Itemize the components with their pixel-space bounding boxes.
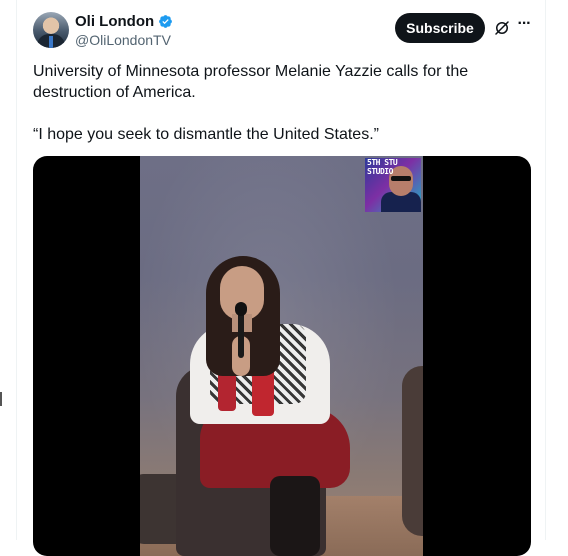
author-handle[interactable]: @OliLondonTV (75, 32, 171, 48)
author-name-row: Oli London (75, 13, 173, 30)
tweet-card: Oli London @OliLondonTV Subscribe ··· Un… (16, 0, 546, 556)
verified-badge-icon (159, 15, 173, 28)
subscribe-button[interactable]: Subscribe (395, 13, 485, 43)
author-avatar[interactable] (33, 12, 69, 48)
page-edge-marker (0, 392, 5, 406)
video-overlay-text: 5TH STU STUDIO (367, 158, 398, 176)
tweet-text-line2: “I hope you seek to dismantle the United… (33, 126, 379, 143)
microphone-head (235, 302, 247, 316)
video-chair-right (402, 366, 423, 536)
more-icon[interactable]: ··· (515, 16, 533, 36)
author-display-name[interactable]: Oli London (75, 13, 154, 30)
video-overlay-thumbnail: 5TH STU STUDIO (365, 158, 421, 212)
tweet-video[interactable]: 5TH STU STUDIO (33, 156, 531, 556)
avatar-tie (49, 36, 53, 48)
tweet-text: University of Minnesota professor Melani… (33, 61, 523, 145)
video-legs (270, 476, 320, 556)
grok-icon[interactable] (493, 19, 511, 37)
video-frame: 5TH STU STUDIO (140, 156, 423, 556)
tweet-text-line1: University of Minnesota professor Melani… (33, 63, 469, 101)
